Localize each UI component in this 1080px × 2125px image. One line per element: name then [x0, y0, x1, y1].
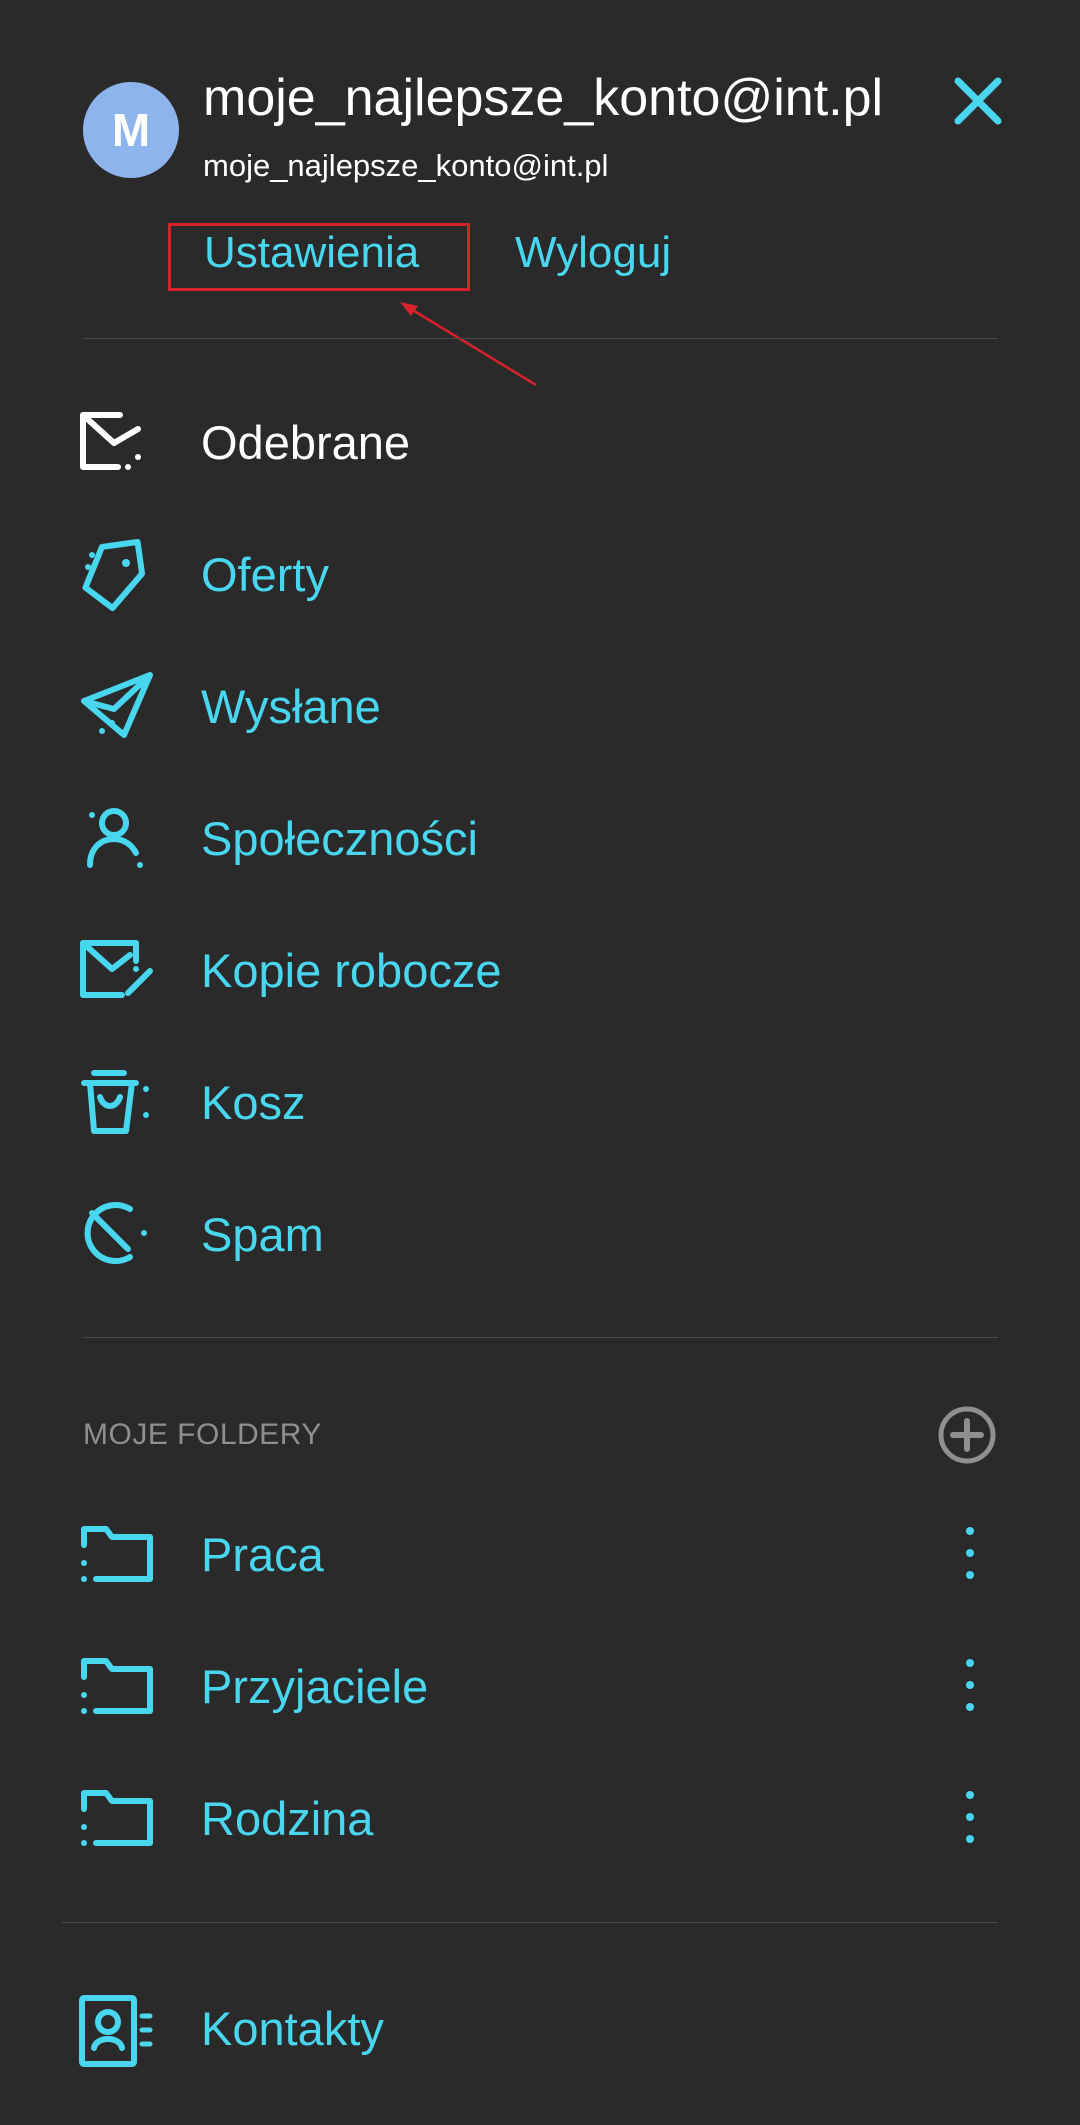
nav-label: Kopie robocze	[201, 944, 502, 997]
folder-label: Przyjaciele	[201, 1660, 429, 1713]
nav-label: Oferty	[201, 548, 329, 601]
settings-link[interactable]: Ustawienia	[204, 228, 419, 278]
account-email: moje_najlepsze_konto@int.pl	[203, 148, 609, 183]
spam-icon	[84, 1202, 147, 1264]
close-icon[interactable]	[950, 73, 1006, 129]
send-icon	[81, 672, 153, 738]
account-name: moje_najlepsze_konto@int.pl	[203, 69, 884, 127]
nav-label: Wysłane	[201, 680, 381, 733]
contacts-icon	[79, 1995, 153, 2067]
nav-item-trash[interactable]: Kosz	[0, 1041, 1080, 1161]
folders-section-title: MOJE FOLDERY	[83, 1418, 322, 1451]
folder-icon	[81, 1658, 153, 1714]
more-options-icon[interactable]	[955, 1783, 985, 1851]
nav-item-spam[interactable]: Spam	[0, 1173, 1080, 1293]
nav-item-sent[interactable]: Wysłane	[0, 645, 1080, 765]
more-options-icon[interactable]	[955, 1651, 985, 1719]
folder-item-rodzina[interactable]: Rodzina	[0, 1757, 1080, 1877]
draft-icon	[80, 940, 153, 998]
community-icon	[87, 808, 143, 868]
nav-item-communities[interactable]: Społeczności	[0, 777, 1080, 897]
add-folder-icon[interactable]	[937, 1405, 997, 1465]
trash-icon	[81, 1070, 149, 1134]
tag-icon	[82, 538, 146, 612]
folder-icon	[81, 1790, 153, 1846]
divider	[83, 1337, 998, 1338]
folder-item-praca[interactable]: Praca	[0, 1493, 1080, 1613]
folder-item-przyjaciele[interactable]: Przyjaciele	[0, 1625, 1080, 1745]
nav-label: Społeczności	[201, 812, 478, 865]
nav-label: Spam	[201, 1208, 324, 1261]
nav-item-drafts[interactable]: Kopie robocze	[0, 909, 1080, 1029]
nav-label: Odebrane	[201, 416, 411, 469]
nav-item-contacts[interactable]: Kontakty	[0, 1967, 1080, 2087]
more-options-icon[interactable]	[955, 1519, 985, 1587]
avatar-letter: M	[111, 104, 151, 156]
inbox-icon	[80, 412, 141, 470]
nav-item-offers[interactable]: Oferty	[0, 513, 1080, 633]
nav-label: Kosz	[201, 1076, 306, 1129]
annotation-arrow	[400, 302, 537, 387]
avatar[interactable]: M	[83, 82, 179, 178]
account-header: M moje_najlepsze_konto@int.pl moje_najle…	[0, 0, 1080, 387]
divider	[62, 1922, 998, 1923]
logout-link[interactable]: Wyloguj	[515, 228, 671, 278]
folder-label: Praca	[201, 1528, 324, 1581]
nav-item-inbox[interactable]: Odebrane	[0, 381, 1080, 501]
divider	[83, 338, 998, 339]
folder-label: Rodzina	[201, 1792, 374, 1845]
folder-icon	[81, 1526, 153, 1582]
contacts-label: Kontakty	[201, 2002, 384, 2055]
